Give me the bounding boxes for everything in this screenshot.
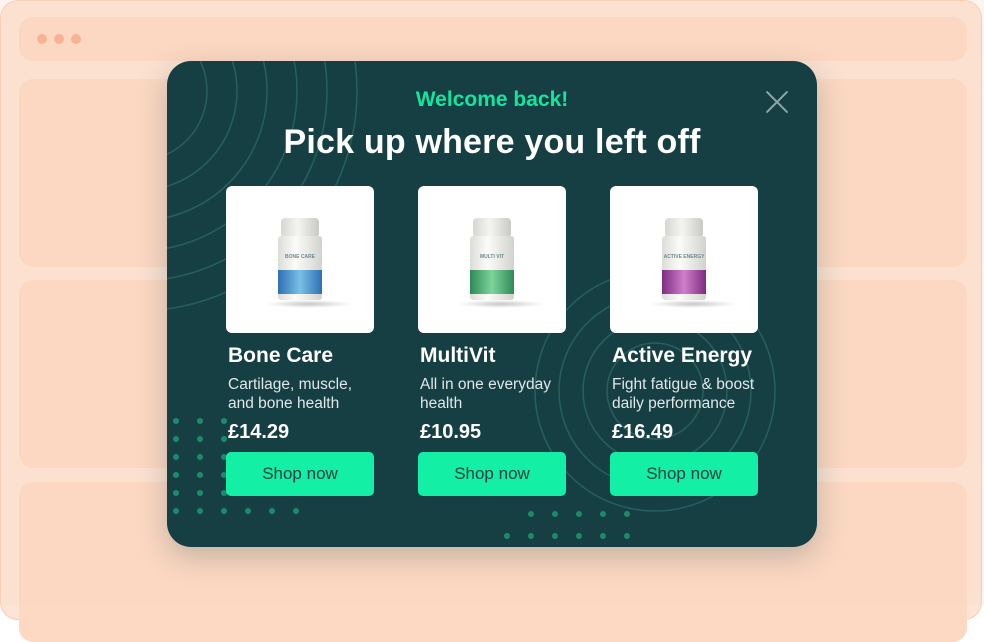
product-price: £14.29 — [228, 421, 290, 443]
shop-now-button[interactable]: Shop now — [226, 452, 374, 496]
product-price: £10.95 — [420, 421, 482, 443]
shop-now-button[interactable]: Shop now — [418, 452, 566, 496]
supplement-bottle-icon: BONE CARE — [278, 218, 322, 304]
product-name[interactable]: Active Energy — [612, 344, 772, 368]
supplement-bottle-icon: ACTIVE ENERGY — [662, 218, 706, 304]
welcome-back-modal: Welcome back! Pick up where you left off… — [167, 61, 817, 547]
shop-now-button[interactable]: Shop now — [610, 452, 758, 496]
modal-headline: Pick up where you left off — [283, 123, 701, 161]
product-image[interactable]: BONE CARE — [226, 186, 374, 333]
product-description: All in one everyday health — [420, 376, 551, 412]
welcome-text: Welcome back! — [415, 88, 569, 111]
supplement-bottle-icon: MULTI VIT — [470, 218, 514, 304]
product-image[interactable]: MULTI VIT — [418, 186, 566, 333]
product-price: £16.49 — [612, 421, 674, 443]
product-name[interactable]: MultiVit — [420, 344, 580, 368]
product-image[interactable]: ACTIVE ENERGY — [610, 186, 758, 333]
product-description: Cartilage, muscle, and bone health — [228, 376, 353, 412]
product-description: Fight fatigue & boost daily performance — [612, 376, 755, 412]
product-name[interactable]: Bone Care — [228, 344, 388, 368]
